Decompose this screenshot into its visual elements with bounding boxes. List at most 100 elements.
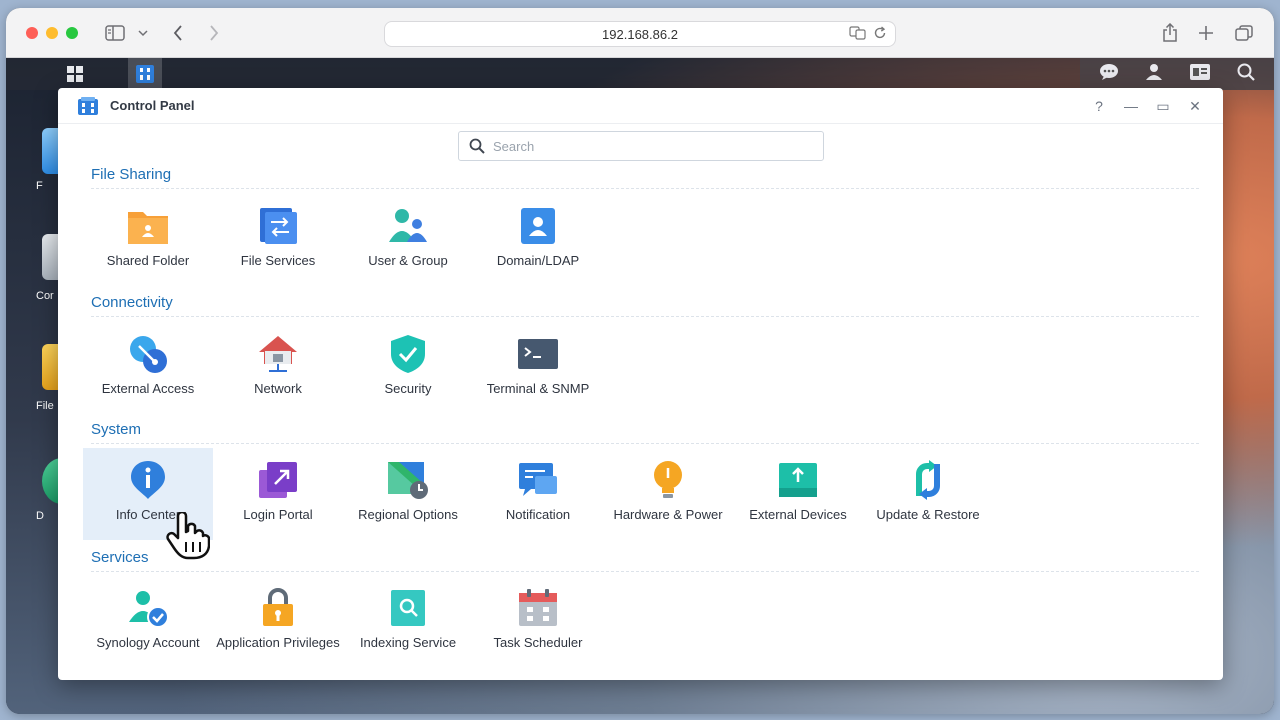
search-placeholder: Search: [493, 139, 535, 154]
tile-domain-ldap[interactable]: Domain/LDAP: [473, 194, 603, 286]
regional-options-icon: [388, 462, 428, 499]
terminal-icon: [518, 339, 558, 369]
back-icon[interactable]: [170, 21, 186, 45]
tile-login-portal[interactable]: Login Portal: [213, 448, 343, 540]
user-icon[interactable]: [1145, 63, 1163, 86]
new-tab-icon[interactable]: [1197, 21, 1215, 45]
tile-label: Task Scheduler: [493, 635, 583, 650]
window-title: Control Panel: [110, 98, 195, 113]
search-icon: [469, 138, 485, 154]
tile-regional-options[interactable]: Regional Options: [343, 448, 473, 540]
file-services-icon: [260, 208, 297, 244]
tile-label: Domain/LDAP: [496, 253, 580, 268]
reload-icon[interactable]: [873, 26, 887, 43]
application-privileges-icon: [263, 588, 293, 626]
desktop-shortcut-label: Cor: [36, 290, 54, 302]
tile-label: Regional Options: [358, 507, 458, 522]
desktop-shortcut-label: D: [36, 510, 44, 522]
tile-security[interactable]: Security: [343, 322, 473, 414]
main-menu-icon[interactable]: [58, 58, 92, 90]
tile-label: Shared Folder: [106, 253, 190, 268]
section-title-connectivity: Connectivity: [91, 294, 173, 311]
tile-notification[interactable]: Notification: [473, 448, 603, 540]
control-panel-window: Control Panel ? — ▭ ✕ Search File Sharin…: [58, 88, 1223, 680]
synology-account-icon: [129, 591, 169, 628]
tile-update-restore[interactable]: Update & Restore: [863, 448, 993, 540]
section-divider: [91, 188, 1199, 189]
zoom-window-button[interactable]: [66, 27, 78, 39]
update-restore-icon: [916, 460, 940, 500]
external-devices-icon: [779, 463, 817, 497]
taskbar-control-panel-icon[interactable]: [128, 58, 162, 90]
address-text: 192.168.86.2: [602, 26, 678, 42]
tile-task-scheduler[interactable]: Task Scheduler: [473, 576, 603, 668]
forward-icon[interactable]: [206, 21, 222, 45]
search-input[interactable]: Search: [458, 131, 824, 161]
tabs-overview-icon[interactable]: [1234, 21, 1254, 45]
control-panel-app-icon: [78, 97, 98, 115]
window-title-bar[interactable]: Control Panel ? — ▭ ✕: [58, 88, 1223, 124]
hardware-power-icon: [654, 461, 682, 498]
login-portal-icon: [259, 462, 297, 498]
notification-icon: [519, 463, 557, 496]
tile-label: User & Group: [368, 253, 448, 268]
address-bar[interactable]: 192.168.86.2: [384, 21, 896, 47]
close-button[interactable]: ✕: [1184, 96, 1206, 116]
tile-label: Terminal & SNMP: [486, 381, 590, 396]
hand-cursor-icon: [166, 512, 210, 560]
indexing-service-icon: [391, 590, 425, 626]
system-tray: [1080, 58, 1274, 90]
tile-shared-folder[interactable]: Shared Folder: [83, 194, 213, 286]
tile-external-access[interactable]: External Access: [83, 322, 213, 414]
section-divider: [91, 316, 1199, 317]
sidebar-icon[interactable]: [104, 21, 126, 45]
tile-label: Login Portal: [243, 507, 313, 522]
section-divider: [91, 443, 1199, 444]
widgets-icon[interactable]: [1189, 63, 1211, 86]
section-title-services: Services: [91, 549, 149, 566]
section-divider: [91, 571, 1199, 572]
tile-label: External Devices: [749, 507, 847, 522]
search-icon[interactable]: [1237, 63, 1255, 86]
maximize-button[interactable]: ▭: [1152, 96, 1174, 116]
dsm-desktop: F Cor File D Control Panel ? — ▭ ✕ Searc…: [6, 58, 1274, 714]
tile-label: Network: [254, 381, 302, 396]
security-shield-icon: [391, 335, 425, 373]
share-icon[interactable]: [1161, 21, 1179, 45]
tile-indexing-service[interactable]: Indexing Service: [343, 576, 473, 668]
section-title-system: System: [91, 421, 142, 438]
desktop-shortcut-label: F: [36, 180, 43, 192]
minimize-button[interactable]: —: [1120, 96, 1142, 116]
tile-file-services[interactable]: File Services: [213, 194, 343, 286]
tile-label: Security: [384, 381, 432, 396]
translate-icon[interactable]: [849, 26, 867, 43]
tile-terminal-snmp[interactable]: Terminal & SNMP: [473, 322, 603, 414]
tile-label: Update & Restore: [876, 507, 980, 522]
tile-user-group[interactable]: User & Group: [343, 194, 473, 286]
tile-network[interactable]: Network: [213, 322, 343, 414]
close-window-button[interactable]: [26, 27, 38, 39]
task-scheduler-icon: [519, 589, 557, 626]
help-button[interactable]: ?: [1088, 96, 1110, 116]
dsm-taskbar: [6, 58, 1274, 90]
minimize-window-button[interactable]: [46, 27, 58, 39]
tile-label: External Access: [101, 381, 195, 396]
tile-hardware-power[interactable]: Hardware & Power: [603, 448, 733, 540]
info-center-icon: [131, 461, 165, 499]
tile-label: Notification: [505, 507, 571, 522]
chevron-down-icon[interactable]: [136, 21, 150, 45]
browser-toolbar: 192.168.86.2: [6, 8, 1274, 58]
chat-icon[interactable]: [1099, 63, 1119, 86]
user-group-icon: [389, 209, 427, 242]
shared-folder-icon: [128, 212, 168, 244]
desktop-shortcut-label: File: [36, 400, 54, 412]
tile-label: Indexing Service: [359, 635, 457, 650]
tile-external-devices[interactable]: External Devices: [733, 448, 863, 540]
tile-application-privileges[interactable]: Application Privileges: [213, 576, 343, 668]
network-icon: [259, 336, 297, 372]
external-access-icon: [130, 336, 167, 373]
tile-label: Synology Account: [96, 635, 200, 650]
domain-ldap-icon: [521, 208, 555, 244]
tile-synology-account[interactable]: Synology Account: [83, 576, 213, 668]
tile-label: Application Privileges: [216, 635, 340, 650]
